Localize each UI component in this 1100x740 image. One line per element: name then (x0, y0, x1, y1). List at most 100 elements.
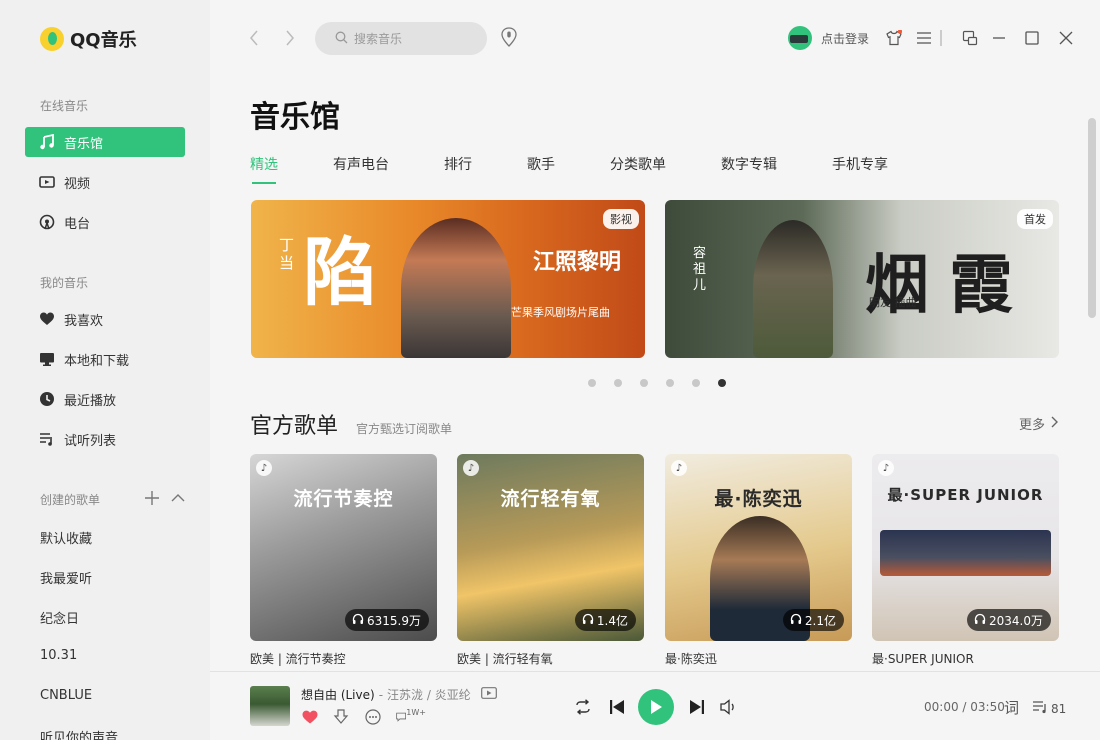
playlist-name[interactable]: 最·SUPER JUNIOR (872, 650, 1059, 667)
playlist-item[interactable]: 默认收藏 (40, 528, 92, 547)
player-bar: 想自由 (Live) - 汪苏泷 / 炎亚纶 1W+ 00:00 / 03:50… (210, 671, 1100, 740)
banner-premiere[interactable]: 容祖儿 烟霞 明友 插曲 首发 (665, 200, 1059, 358)
sidebar-item-recent[interactable]: 最近播放 (25, 384, 185, 414)
banner-artist-photo (401, 218, 511, 358)
forward-arrow-icon[interactable] (280, 28, 300, 48)
carousel-dots (588, 379, 726, 387)
banner-film-tv[interactable]: 丁当 陷 江照黎明 芒果季风剧场片尾曲 影视 (251, 200, 645, 358)
playlist-item[interactable]: 听见你的声音 (40, 727, 118, 740)
card-cover-title: 最·SUPER JUNIOR (887, 486, 1044, 504)
search-box[interactable] (315, 22, 487, 55)
tab-featured[interactable]: 精选 (250, 154, 278, 184)
playlist-name[interactable]: 欧美 | 流行节奏控 (250, 650, 437, 667)
mv-icon[interactable] (480, 687, 497, 702)
download-icon[interactable] (332, 708, 350, 726)
loop-mode-icon[interactable] (574, 698, 592, 716)
carousel-dot[interactable] (640, 379, 648, 387)
qq-music-badge-icon: ♪ (256, 460, 272, 476)
search-icon (335, 29, 348, 48)
search-input[interactable] (354, 31, 474, 46)
carousel-dot[interactable] (588, 379, 596, 387)
tab-audio-radio[interactable]: 有声电台 (333, 154, 389, 184)
sidebar-item-label: 视频 (64, 176, 91, 192)
carousel-dot[interactable] (666, 379, 674, 387)
carousel-dot[interactable] (614, 379, 622, 387)
minimize-icon[interactable] (991, 30, 1007, 46)
playlist-card[interactable]: ♪ 最·陈奕迅 2.1亿 (665, 454, 852, 641)
playlist-icon (39, 431, 55, 447)
lyrics-toggle[interactable]: 词 (1004, 697, 1019, 718)
song-title[interactable]: 想自由 (Live) (301, 686, 375, 703)
queue-list-icon (1032, 700, 1048, 717)
playlist-item[interactable]: 10.31 (40, 648, 77, 663)
carousel-dot[interactable] (692, 379, 700, 387)
more-label: 更多 (1018, 418, 1045, 433)
mini-mode-icon[interactable] (962, 30, 978, 46)
app-logo[interactable]: QQ音乐 (40, 25, 137, 53)
playlist-name[interactable]: 最·陈奕迅 (665, 650, 852, 667)
playlist-item[interactable]: 纪念日 (40, 608, 79, 627)
card-group-photo (880, 530, 1051, 576)
like-heart-icon[interactable] (301, 708, 319, 726)
playlist-item[interactable]: CNBLUE (40, 688, 92, 703)
tab-singers[interactable]: 歌手 (527, 154, 555, 184)
voice-search-icon[interactable] (500, 27, 518, 51)
playlist-item[interactable]: 我最爱听 (40, 568, 92, 587)
radio-icon (39, 214, 55, 230)
playlist-card[interactable]: ♪ 最·SUPER JUNIOR 2034.0万 (872, 454, 1059, 641)
comment-count-badge: 1W+ (406, 707, 426, 717)
sidebar-item-trial-list[interactable]: 试听列表 (25, 424, 185, 454)
play-button[interactable] (638, 689, 674, 725)
tab-category-playlists[interactable]: 分类歌单 (610, 154, 666, 184)
playlist-card[interactable]: ♪ 流行轻有氧 1.4亿 (457, 454, 644, 641)
play-count-badge: 2.1亿 (782, 609, 844, 631)
tab-mobile-exclusive[interactable]: 手机专享 (832, 154, 888, 184)
tab-rankings[interactable]: 排行 (444, 154, 472, 184)
volume-icon[interactable] (720, 698, 738, 716)
play-queue[interactable]: 81 (1032, 700, 1066, 717)
play-count: 6315.9万 (367, 613, 421, 628)
play-count: 2.1亿 (804, 613, 836, 628)
section-header: 官方歌单 官方甄选订阅歌单 (250, 408, 452, 440)
sidebar-item-video[interactable]: 视频 (25, 167, 185, 197)
sidebar-item-music-hall[interactable]: 音乐馆 (25, 127, 185, 157)
login-label: 点击登录 (821, 31, 870, 46)
page-title: 音乐馆 (250, 100, 340, 135)
user-login[interactable]: 点击登录 (788, 26, 869, 50)
banner-big-title: 烟霞 (865, 248, 1033, 323)
heart-icon (39, 311, 55, 327)
close-icon[interactable] (1058, 30, 1074, 46)
card-cover-title: 流行轻有氧 (500, 488, 601, 510)
play-count: 1.4亿 (596, 613, 628, 628)
sidebar-item-favorites[interactable]: 我喜欢 (25, 304, 185, 334)
menu-icon[interactable] (916, 30, 932, 46)
comments-icon[interactable]: 1W+ (396, 708, 426, 726)
playlist-card[interactable]: ♪ 流行节奏控 6315.9万 (250, 454, 437, 641)
banner-tag: 首发 (1017, 209, 1053, 229)
card-cover-title: 流行节奏控 (293, 488, 394, 510)
tab-digital-albums[interactable]: 数字专辑 (721, 154, 777, 184)
add-playlist-icon[interactable] (145, 489, 159, 510)
scrollbar[interactable] (1088, 118, 1096, 318)
carousel-dot[interactable] (718, 379, 726, 387)
skin-shirt-icon[interactable] (886, 30, 902, 46)
back-arrow-icon[interactable] (244, 28, 264, 48)
play-count: 2034.0万 (989, 613, 1043, 628)
more-options-icon[interactable] (364, 708, 382, 726)
section-title-online: 在线音乐 (40, 99, 89, 113)
now-playing: 想自由 (Live) - 汪苏泷 / 炎亚纶 (301, 686, 497, 703)
sidebar-item-local-downloads[interactable]: 本地和下载 (25, 344, 185, 374)
previous-track-icon[interactable] (608, 698, 626, 716)
more-link[interactable]: 更多 (1019, 414, 1058, 433)
next-track-icon[interactable] (688, 698, 706, 716)
maximize-icon[interactable] (1024, 30, 1040, 46)
sidebar-item-radio[interactable]: 电台 (25, 207, 185, 237)
playlist-name[interactable]: 欧美 | 流行轻有氧 (457, 650, 644, 667)
sidebar-item-label: 我喜欢 (64, 313, 104, 329)
album-cover[interactable] (250, 686, 290, 726)
collapse-chevron-icon[interactable] (171, 489, 185, 510)
section-title-created-playlists: 创建的歌单 (40, 493, 101, 507)
headphones-icon (974, 613, 986, 628)
song-artists[interactable]: 汪苏泷 / 炎亚纶 (387, 686, 471, 703)
qq-music-badge-icon: ♪ (878, 460, 894, 476)
